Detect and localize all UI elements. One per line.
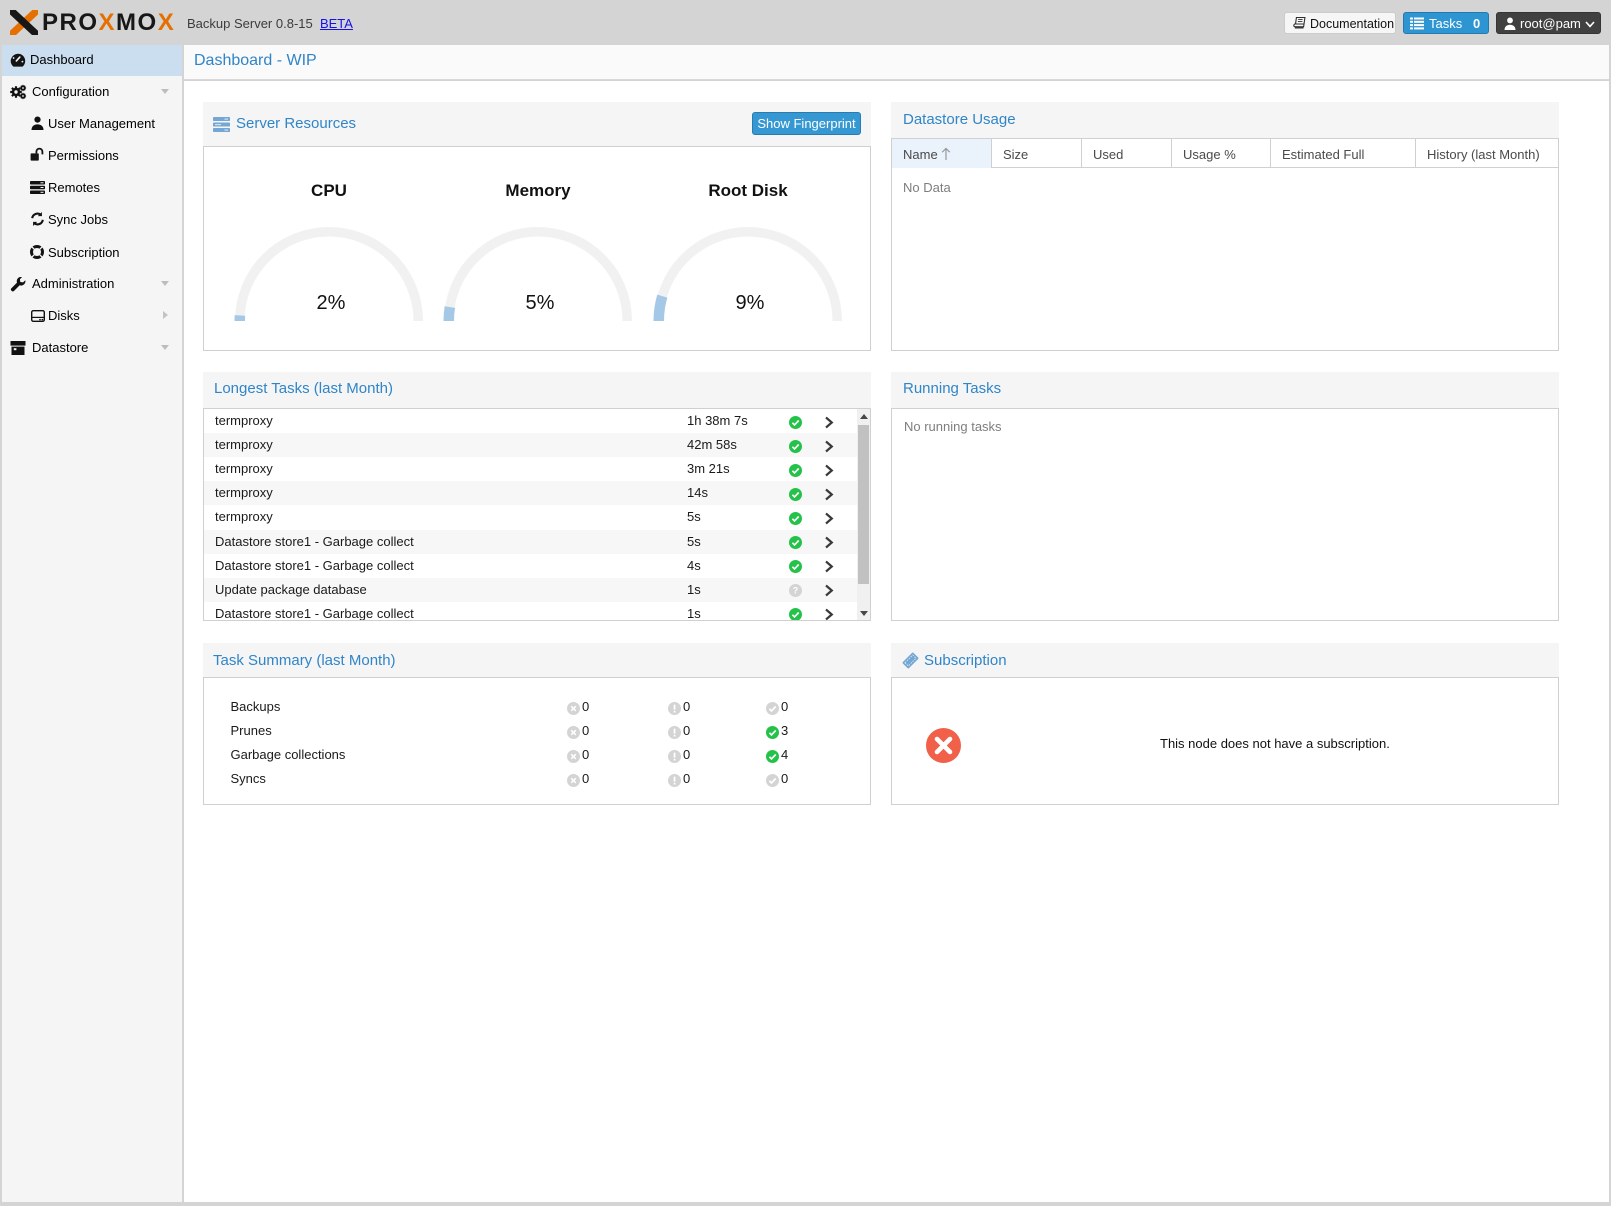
svg-text:?: ?	[793, 586, 799, 596]
